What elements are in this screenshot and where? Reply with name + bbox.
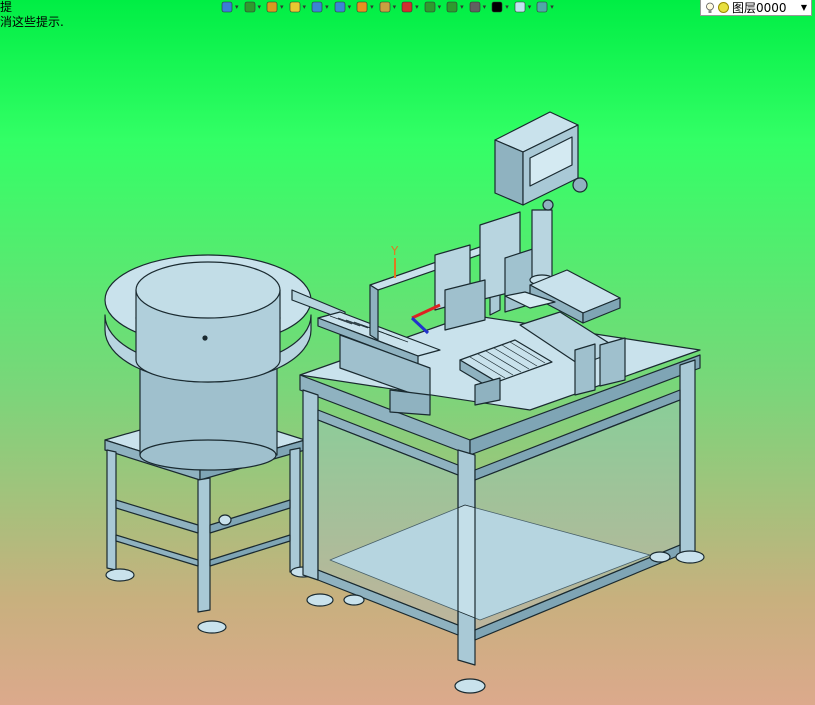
chevron-down-icon[interactable]: ▾ xyxy=(460,3,464,11)
monitor-icon xyxy=(469,1,480,13)
hint-line-2: 消这些提示. xyxy=(0,15,64,29)
monitor-button[interactable]: ▾ xyxy=(468,0,487,14)
exit-sketch-button[interactable]: ▾ xyxy=(220,0,239,14)
view-cube-button[interactable]: ▾ xyxy=(310,0,329,14)
status-hint: 提 消这些提示. xyxy=(0,0,64,30)
gantry-frame xyxy=(369,211,546,341)
feature-yellow-icon xyxy=(289,1,300,13)
section-view-button[interactable]: ▾ xyxy=(333,0,352,14)
layer-name: 图层0000 xyxy=(732,1,787,15)
pencil-icon xyxy=(266,1,278,13)
view-settings-button[interactable]: ▾ xyxy=(423,0,442,14)
chevron-down-icon[interactable]: ▾ xyxy=(280,3,284,11)
appearance-button[interactable]: ▾ xyxy=(378,0,397,14)
triad-y-label: Y xyxy=(390,244,399,258)
cad-assembly-model[interactable]: Y xyxy=(0,0,815,705)
exit-sketch-icon xyxy=(221,1,233,13)
chevron-down-icon[interactable]: ▾ xyxy=(235,3,239,11)
appearance-icon xyxy=(379,1,390,13)
line-thickness-button[interactable]: ▾ xyxy=(490,0,509,14)
smart-dimension-button[interactable]: ▾ xyxy=(243,0,262,14)
hint-line-1: 提 xyxy=(0,0,13,14)
smart-dimension-icon xyxy=(244,1,255,13)
heads-up-toolbar: ▾ ▾ ▾ ▾ ▾ ▾ ▾ ▾ ▾ ▾ ▾ ▾ ▾ ▾ ▾ xyxy=(220,0,554,14)
chevron-down-icon[interactable]: ▾ xyxy=(528,3,532,11)
line-thickness-icon xyxy=(491,1,503,13)
graphics-viewport[interactable]: Y 提 消这些提示. ▾ ▾ ▾ ▾ ▾ ▾ ▾ ▾ ▾ ▾ ▾ ▾ ▾ ▾ ▾ 图层0000 ▼ xyxy=(0,0,815,705)
section-view-icon xyxy=(334,1,345,13)
chevron-down-icon[interactable]: ▾ xyxy=(303,3,307,11)
chevron-down-icon[interactable]: ▾ xyxy=(258,3,262,11)
chevron-down-icon[interactable]: ▾ xyxy=(348,3,352,11)
triad-button[interactable]: ▾ xyxy=(400,0,419,14)
layer-dropdown[interactable]: 图层0000 ▼ xyxy=(700,0,812,16)
display-style-icon xyxy=(356,1,368,13)
layer-props-button[interactable]: ▾ xyxy=(535,0,554,14)
chevron-down-icon[interactable]: ▾ xyxy=(325,3,329,11)
chevron-down-icon[interactable]: ▾ xyxy=(550,3,554,11)
view-settings-icon xyxy=(424,1,435,13)
chevron-down-icon[interactable]: ▾ xyxy=(505,3,509,11)
chevron-down-icon[interactable]: ▾ xyxy=(370,3,374,11)
layer-color-icon xyxy=(718,2,729,13)
pencil-button[interactable]: ▾ xyxy=(265,0,284,14)
view-cube-icon xyxy=(311,1,323,13)
triad-icon xyxy=(401,1,413,13)
chevron-down-icon[interactable]: ▾ xyxy=(415,3,419,11)
color-swatch-icon xyxy=(514,1,526,13)
chevron-down-icon[interactable]: ▼ xyxy=(801,3,807,12)
scene-button[interactable]: ▾ xyxy=(445,0,464,14)
lightbulb-icon xyxy=(706,2,714,13)
scene-icon xyxy=(446,1,458,13)
chevron-down-icon[interactable]: ▾ xyxy=(393,3,397,11)
color-swatch-button[interactable]: ▾ xyxy=(513,0,532,14)
chevron-down-icon[interactable]: ▾ xyxy=(438,3,442,11)
feature-yellow-button[interactable]: ▾ xyxy=(288,0,307,14)
chevron-down-icon[interactable]: ▾ xyxy=(483,3,487,11)
display-style-button[interactable]: ▾ xyxy=(355,0,374,14)
layer-props-icon xyxy=(536,1,548,13)
